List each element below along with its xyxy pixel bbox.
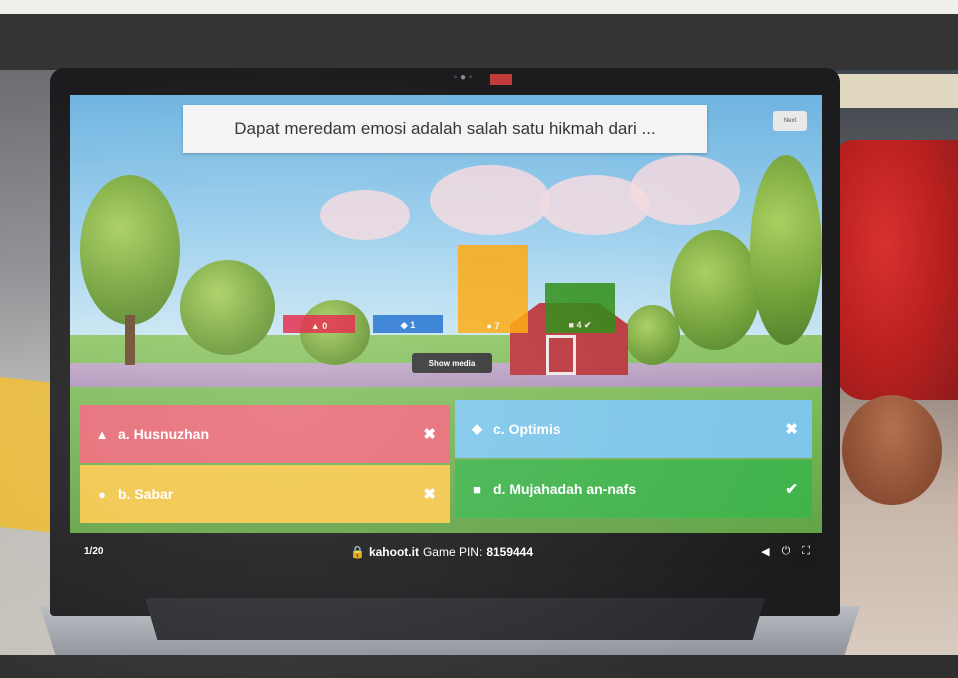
next-button[interactable]: Next [773, 111, 807, 131]
result-bar-label: ▲ 0 [283, 321, 355, 333]
pin-label: Game PIN: [422, 544, 483, 559]
lock-icon: 🔒 [350, 544, 365, 559]
yellow-folder [0, 377, 56, 533]
tree [750, 155, 822, 345]
game-pin: 8159444 [486, 544, 534, 559]
result-bar-triangle: ▲ 0 [283, 315, 355, 333]
cloud [430, 165, 550, 235]
cross-icon: ✖ [423, 426, 436, 443]
triangle-icon: ▲ [310, 321, 323, 331]
tree [625, 305, 680, 365]
triangle-icon: ▲ [95, 426, 109, 442]
webcam-cover [490, 74, 512, 85]
question-box: Dapat meredam emosi adalah salah satu hi… [183, 105, 707, 153]
check-icon: ✔ [785, 481, 798, 498]
circle-icon: ● [98, 486, 106, 502]
square-icon: ■ [473, 481, 481, 497]
cross-icon: ✖ [423, 486, 436, 503]
diamond-icon: ◆ [472, 421, 482, 436]
photo-dark-band [0, 14, 958, 70]
answer-label: a. Husnuzhan [118, 426, 210, 442]
answer-label: c. Optimis [493, 421, 561, 437]
laptop-hinge [145, 598, 765, 640]
red-bag [835, 140, 958, 400]
answer-triangle: ▲ a. Husnuzhan ✖ [80, 405, 450, 463]
answer-diamond: ◆ c. Optimis ✖ [455, 400, 812, 458]
result-count: 0 [322, 321, 328, 331]
volume-icon[interactable]: ◀ [761, 545, 769, 558]
kahoot-screen: Dapat meredam emosi adalah salah satu hi… [70, 95, 822, 570]
tree [180, 260, 275, 355]
diamond-icon: ◆ [400, 320, 411, 330]
result-bar-label: ■ 4 ✔ [545, 320, 615, 333]
show-media-button[interactable]: Show media [412, 353, 492, 373]
photo-bottom-band [0, 655, 958, 678]
cross-icon: ✖ [785, 421, 798, 438]
site-name: kahoot.it [368, 544, 419, 559]
answer-label: d. Mujahadah an-nafs [493, 481, 637, 497]
bottom-bar: 1/20 🔒 kahoot.it Game PIN: 8159444 ◀ ⏻ ⛶ [70, 533, 822, 570]
power-icon[interactable]: ⏻ [782, 545, 791, 558]
barn-door [546, 335, 576, 375]
cloud [630, 155, 740, 225]
cloud [320, 190, 410, 240]
photo-top-band [0, 0, 958, 14]
question-text: Dapat meredam emosi adalah salah satu hi… [234, 119, 656, 138]
result-count: 7 [494, 321, 500, 331]
check-icon: ✔ [581, 320, 592, 330]
result-bar-square: ■ 4 ✔ [545, 283, 615, 333]
result-count: 1 [410, 320, 416, 330]
question-counter: 1/20 [84, 546, 104, 557]
tree-trunk [125, 315, 135, 365]
fullscreen-icon[interactable]: ⛶ [802, 545, 810, 558]
result-bar-label: ● 7 [458, 321, 528, 333]
answer-circle: ● b. Sabar ✖ [80, 465, 450, 523]
answer-square: ■ d. Mujahadah an-nafs ✔ [455, 460, 812, 518]
shelf [835, 74, 958, 108]
result-bar-diamond: ◆ 1 [373, 315, 443, 333]
controls: ◀ ⏻ ⛶ [761, 545, 810, 558]
tree [80, 175, 180, 325]
result-bar-label: ◆ 1 [373, 320, 443, 333]
cup [842, 395, 942, 505]
answer-label: b. Sabar [118, 486, 174, 502]
result-bar-circle: ● 7 [458, 245, 528, 333]
game-pin-info: 🔒 kahoot.it Game PIN: 8159444 [350, 545, 533, 559]
tree [670, 230, 760, 350]
